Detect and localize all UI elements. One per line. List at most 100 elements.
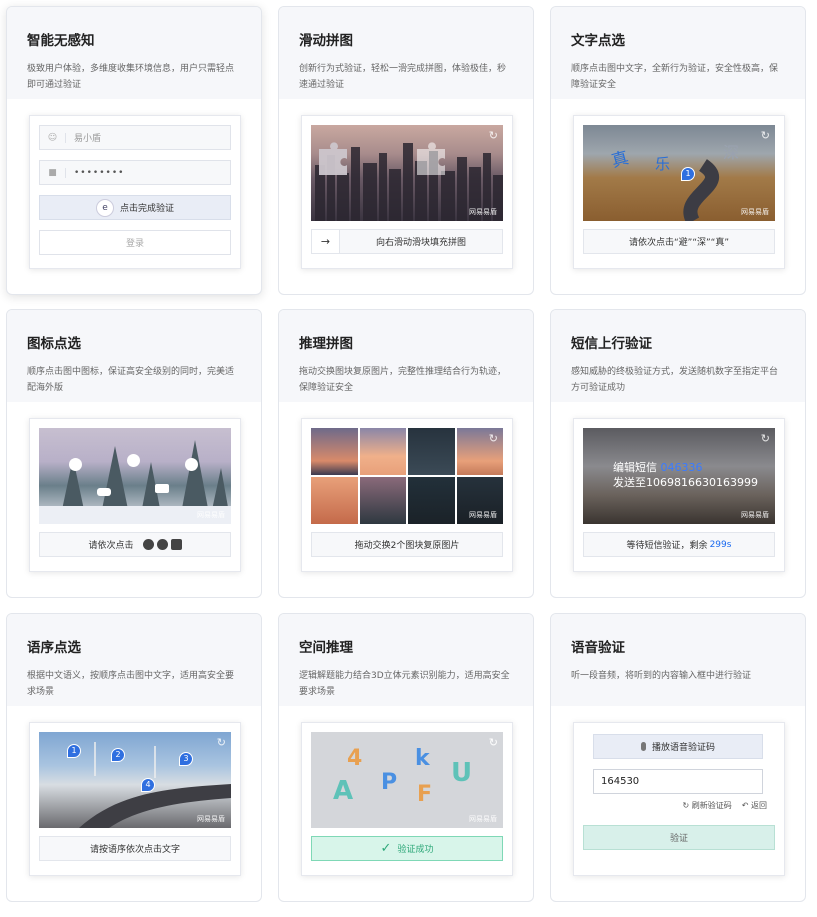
refresh-code-label: 刷新验证码 <box>691 801 732 810</box>
sms-line2: 发送至1069816630163999 <box>613 476 758 489</box>
success-bar: ✓ 验证成功 <box>311 836 503 861</box>
card-title: 文字点选 <box>571 33 625 49</box>
puzzle-piece[interactable] <box>319 142 347 175</box>
word-marker-2[interactable]: 2 <box>111 748 125 762</box>
word-marker-1[interactable]: 1 <box>67 744 81 758</box>
demo-login-form: ☺ 易小盾 ■ •••••••• e 点击完成验证 登录 <box>29 115 241 269</box>
watermark: 网易易盾 <box>469 511 497 519</box>
card-spatial-reasoning[interactable]: 空间推理 逻辑解题能力结合3D立体元素识别能力，适用高安全要求场景 4 A P … <box>278 613 534 902</box>
puzzle-tile[interactable] <box>311 428 358 475</box>
watermark: 网易易盾 <box>469 815 497 823</box>
username-field[interactable]: ☺ 易小盾 <box>39 125 231 150</box>
sms-instruction: 编辑短信 046336 发送至1069816630163999 <box>613 460 758 490</box>
card-title: 滑动拼图 <box>299 33 353 49</box>
demo-spatial: 4 A P k F U ↻ 网易易盾 ✓ 验证成功 <box>301 722 513 876</box>
instruction-text: 请依次点击 <box>88 541 134 551</box>
refresh-icon: ↻ <box>682 801 690 810</box>
word-marker-4[interactable]: 4 <box>141 778 155 792</box>
char-shen[interactable]: 深 <box>723 139 739 163</box>
sofa-icon <box>170 539 182 550</box>
card-title: 语序点选 <box>27 640 81 656</box>
card-desc: 极致用户体验，多维度收集环境信息，用户只需轻点即可通过验证 <box>27 64 235 90</box>
success-text: 验证成功 <box>397 845 434 855</box>
card-header: 滑动拼图 创新行为式验证，轻松一滑完成拼图，体验极佳，秒速通过验证 <box>279 7 533 99</box>
pie-icon-alt[interactable] <box>185 458 198 471</box>
card-title: 智能无感知 <box>27 33 95 49</box>
code-input[interactable]: 164530 <box>593 769 763 794</box>
mic-icon <box>640 742 646 751</box>
card-reasoning-puzzle[interactable]: 推理拼图 拖动交换图块复原图片，完整性推理结合行为轨迹，保障验证安全 ↻ 网易易… <box>278 309 534 598</box>
highway-image: 1 2 3 4 ↻ 网易易盾 <box>39 732 231 828</box>
card-desc: 创新行为式验证，轻松一滑完成拼图，体验极佳，秒速通过验证 <box>299 64 507 90</box>
card-header: 智能无感知 极致用户体验，多维度收集环境信息，用户只需轻点即可通过验证 <box>7 7 261 99</box>
card-smart-invisible[interactable]: 智能无感知 极致用户体验，多维度收集环境信息，用户只需轻点即可通过验证 ☺ 易小… <box>6 6 262 295</box>
play-audio-button[interactable]: 播放语音验证码 <box>593 734 763 759</box>
card-word-order-click[interactable]: 语序点选 根据中文语义，按顺序点击图中文字，适用高安全要求场景 1 2 3 4 … <box>6 613 262 902</box>
username-value: 易小盾 <box>74 134 102 144</box>
watermark: 网易易盾 <box>741 511 769 519</box>
card-sms-uplink[interactable]: 短信上行验证 感知威胁的终极验证方式，发送随机数字至指定平台方可验证成功 编辑短… <box>550 309 806 598</box>
puzzle-gap <box>417 142 445 175</box>
letter-4[interactable]: 4 <box>347 746 362 771</box>
word-marker-3[interactable]: 3 <box>179 752 193 766</box>
demo-word-order: 1 2 3 4 ↻ 网易易盾 请按语序依次点击文字 <box>29 722 241 876</box>
seashore-image: 编辑短信 046336 发送至1069816630163999 ↻ 网易易盾 <box>583 428 775 524</box>
login-button[interactable]: 登录 <box>39 230 231 255</box>
card-desc: 听一段音频，将听到的内容输入框中进行验证 <box>571 671 752 681</box>
refresh-icon[interactable]: ↻ <box>489 432 498 445</box>
prairie-road-image: 真 乐 深 1 ↻ 网易易盾 <box>583 125 775 221</box>
refresh-icon[interactable]: ↻ <box>217 736 226 749</box>
back-link[interactable]: ↶ 返回 <box>742 800 767 811</box>
password-value: •••••••• <box>74 167 125 178</box>
sms-code: 046336 <box>660 461 703 474</box>
card-icon-click[interactable]: 图标点选 顺序点击图中图标，保证高安全级别的同时，完美适配海外版 网易易盾 请依… <box>6 309 262 598</box>
verify-button[interactable]: e 点击完成验证 <box>39 195 231 220</box>
letter-a[interactable]: A <box>333 776 353 806</box>
slider-handle[interactable]: → <box>312 230 340 253</box>
refresh-icon[interactable]: ↻ <box>761 129 770 142</box>
card-slide-puzzle[interactable]: 滑动拼图 创新行为式验证，轻松一滑完成拼图，体验极佳，秒速通过验证 ↻ 网易易盾… <box>278 6 534 295</box>
puzzle-tile[interactable] <box>359 477 406 524</box>
char-le[interactable]: 乐 <box>655 153 670 174</box>
demo-slide-puzzle: ↻ 网易易盾 → 向右滑动滑块填充拼图 <box>301 115 513 269</box>
refresh-icon[interactable]: ↻ <box>761 432 770 445</box>
target-icons <box>140 539 182 550</box>
refresh-icon[interactable]: ↻ <box>489 129 498 142</box>
pie-icon[interactable] <box>127 454 140 467</box>
password-field[interactable]: ■ •••••••• <box>39 160 231 185</box>
user-icon: ☺ <box>40 132 66 143</box>
click-marker-1: 1 <box>681 167 695 181</box>
check-icon: ✓ <box>380 841 392 856</box>
instruction-text: 请按语序依次点击文字 <box>89 845 180 855</box>
card-text-click[interactable]: 文字点选 顺序点击图中文字，全新行为验证，安全性极高，保障验证安全 真 乐 深 … <box>550 6 806 295</box>
puzzle-tile[interactable] <box>311 477 358 524</box>
hat-icon[interactable] <box>97 488 111 496</box>
instruction-bar: 拖动交换2个图块复原图片 <box>311 532 503 557</box>
letter-p[interactable]: P <box>381 770 397 795</box>
verify-button[interactable]: 验证 <box>583 825 775 850</box>
refresh-code-link[interactable]: ↻ 刷新验证码 <box>683 800 732 811</box>
instruction-bar: 等待短信验证，剩余 299s <box>583 532 775 557</box>
letter-u[interactable]: U <box>451 758 472 788</box>
refresh-icon[interactable]: ↻ <box>489 736 498 749</box>
sms-line1: 编辑短信 <box>613 461 657 474</box>
puzzle-tile[interactable] <box>408 477 455 524</box>
card-desc: 拖动交换图块复原图片，完整性推理结合行为轨迹，保障验证安全 <box>299 367 507 393</box>
card-header: 推理拼图 拖动交换图块复原图片，完整性推理结合行为轨迹，保障验证安全 <box>279 310 533 402</box>
card-title: 推理拼图 <box>299 336 353 352</box>
card-voice-verify[interactable]: 语音验证 听一段音频，将听到的内容输入框中进行验证 播放语音验证码 164530… <box>550 613 806 902</box>
instruction-bar: 请依次点击“避”“深”“真” <box>583 229 775 254</box>
puzzle-tile[interactable] <box>359 428 406 475</box>
mountain-tiles: ↻ 网易易盾 <box>311 428 503 524</box>
back-label: 返回 <box>751 801 767 810</box>
letter-k[interactable]: k <box>415 746 430 771</box>
slider-track[interactable]: → 向右滑动滑块填充拼图 <box>311 229 503 254</box>
card-header: 文字点选 顺序点击图中文字，全新行为验证，安全性极高，保障验证安全 <box>551 7 805 99</box>
sofa-icon[interactable] <box>155 484 169 493</box>
demo-icon-click: 网易易盾 请依次点击 <box>29 418 241 572</box>
card-header: 短信上行验证 感知威胁的终极验证方式，发送随机数字至指定平台方可验证成功 <box>551 310 805 402</box>
letter-f[interactable]: F <box>417 782 432 807</box>
smile-icon[interactable] <box>69 458 82 471</box>
puzzle-tile[interactable] <box>408 428 455 475</box>
demo-text-click: 真 乐 深 1 ↻ 网易易盾 请依次点击“避”“深”“真” <box>573 115 785 269</box>
